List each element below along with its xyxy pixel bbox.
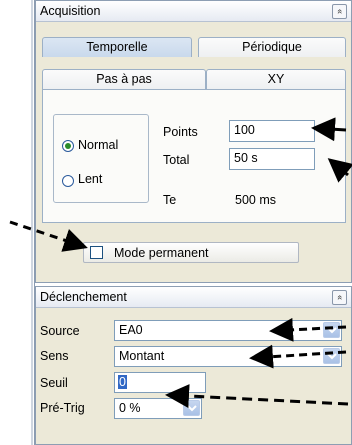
source-value: EA0 [119,323,143,337]
mode-permanent-checkbox[interactable] [90,246,103,259]
points-value: 100 [234,123,255,137]
acquisition-title: Acquisition [40,4,101,18]
total-input[interactable]: 50 s [229,148,315,170]
radio-lent-label: Lent [78,172,103,186]
seuil-label: Seuil [40,376,68,390]
splitter[interactable] [31,0,33,445]
sens-label: Sens [40,349,69,363]
total-value: 50 s [234,151,258,165]
seuil-value: 0 [118,375,127,389]
pretrig-select[interactable]: 0 % [114,398,202,419]
source-label: Source [40,324,80,338]
tab-periodique-label: Périodique [242,40,302,54]
radio-normal-label: Normal [78,138,119,152]
tab-content: Normal Lent Points 100 Total 50 s Te 500… [42,89,346,223]
tab-temporelle-label: Temporelle [86,40,148,54]
radio-normal[interactable] [62,140,74,152]
seuil-input[interactable]: 0 [114,372,206,393]
radio-lent[interactable] [62,175,74,187]
tab-periodique[interactable]: Périodique [198,37,346,57]
mode-groupbox: Normal Lent [53,114,149,203]
total-label: Total [163,153,190,167]
points-label: Points [163,125,198,139]
chevron-down-icon[interactable] [323,348,340,364]
sens-value: Montant [119,349,165,363]
tab-xy[interactable]: XY [206,69,346,89]
declenchement-title: Déclenchement [40,290,127,304]
pretrig-label: Pré-Trig [40,401,85,415]
collapse-icon[interactable]: » [332,290,347,305]
declenchement-header[interactable]: Déclenchement » [36,287,351,308]
points-input[interactable]: 100 [229,120,315,142]
chevron-down-icon[interactable] [323,322,340,338]
source-select[interactable]: EA0 [114,320,342,341]
declenchement-panel: Déclenchement » Source EA0 Sens Montant … [35,286,352,445]
mode-permanent-label: Mode permanent [114,246,209,260]
te-value: 500 ms [235,193,276,207]
chevron-down-icon[interactable] [183,400,200,416]
sens-select[interactable]: Montant [114,346,342,367]
te-label: Te [163,193,177,207]
tab-xy-label: XY [267,72,285,86]
tab-pas-a-pas[interactable]: Pas à pas [42,69,206,89]
acquisition-header[interactable]: Acquisition » [36,1,351,22]
collapse-icon[interactable]: » [332,4,347,19]
acquisition-panel: Acquisition » Temporelle Périodique Pas … [35,0,352,283]
tab-pas-a-pas-label: Pas à pas [96,72,152,86]
tab-temporelle[interactable]: Temporelle [42,37,192,57]
pretrig-value: 0 % [119,401,141,415]
mode-permanent-button[interactable]: Mode permanent [83,242,299,263]
